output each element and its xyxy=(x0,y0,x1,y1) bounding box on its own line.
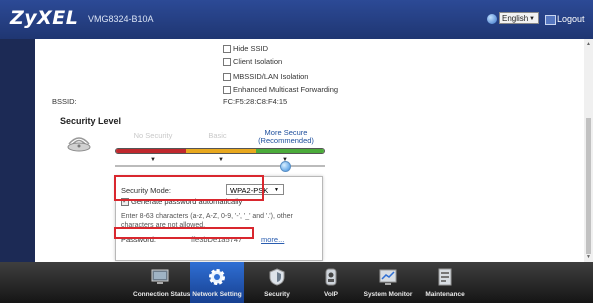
scrollbar-thumb[interactable] xyxy=(586,118,591,254)
security-level-title: Security Level xyxy=(60,116,122,126)
option-multicast-forwarding[interactable]: Enhanced Multicast Forwarding xyxy=(223,85,353,95)
nav-label: VoIP xyxy=(324,291,338,298)
checkbox[interactable] xyxy=(223,86,231,94)
logout-icon[interactable] xyxy=(545,15,556,25)
dropdown-arrow-icon: ▼ xyxy=(529,16,535,22)
checkbox[interactable] xyxy=(223,73,231,81)
nav-label: System Monitor xyxy=(363,291,413,298)
level-no-security[interactable]: No Security xyxy=(118,132,188,140)
nav-label: Network Setting xyxy=(192,291,242,298)
level-basic[interactable]: Basic xyxy=(190,132,245,140)
slider-track xyxy=(115,165,325,167)
brand-logo: ZyXEL xyxy=(10,7,79,29)
segment-secure xyxy=(256,149,324,153)
highlight-password xyxy=(114,227,254,239)
globe-icon xyxy=(487,14,497,24)
nav-label: Security xyxy=(264,291,290,298)
option-mbssid-isolation[interactable]: MBSSID/LAN Isolation xyxy=(223,72,353,82)
checkbox[interactable] xyxy=(223,45,231,53)
gear-icon xyxy=(209,269,225,285)
marker-basic-icon: ▼ xyxy=(218,157,224,163)
highlight-security-mode xyxy=(114,175,264,201)
nav-maintenance[interactable]: Maintenance xyxy=(420,262,470,303)
monitor-status-icon xyxy=(151,269,169,284)
segment-no-security xyxy=(116,149,186,153)
scroll-down-icon[interactable]: ▼ xyxy=(586,254,591,260)
bottom-nav: Connection Status Network Setting Securi… xyxy=(0,262,593,303)
more-link[interactable]: more... xyxy=(261,235,284,244)
language-value: English xyxy=(502,14,529,23)
shield-icon xyxy=(269,268,285,286)
model-name: VMG8324-B10A xyxy=(88,14,154,24)
nav-network-setting[interactable]: Network Setting xyxy=(190,262,244,303)
option-label: Enhanced Multicast Forwarding xyxy=(233,85,339,94)
level-more-secure[interactable]: More Secure (Recommended) xyxy=(252,129,320,145)
option-hide-ssid[interactable]: Hide SSID xyxy=(223,44,353,54)
option-label: Client Isolation xyxy=(233,57,283,66)
slider-handle[interactable] xyxy=(280,161,291,172)
language-select[interactable]: English ▼ xyxy=(499,12,539,24)
nav-label: Connection Status xyxy=(133,291,191,298)
marker-no-security-icon: ▼ xyxy=(150,157,156,163)
dropdown-arrow-icon: ▼ xyxy=(274,187,279,193)
option-client-isolation[interactable]: Client Isolation xyxy=(223,57,353,67)
toolbox-icon xyxy=(438,268,452,286)
nav-voip[interactable]: VoIP xyxy=(310,262,352,303)
top-header: ZyXEL VMG8324-B10A English ▼ Logout xyxy=(0,0,593,39)
option-label: Hide SSID xyxy=(233,44,269,53)
nav-system-monitor[interactable]: System Monitor xyxy=(360,262,416,303)
segment-basic xyxy=(186,149,256,153)
checkbox[interactable] xyxy=(223,58,231,66)
security-level-bar xyxy=(115,148,325,154)
phone-icon xyxy=(325,268,337,286)
router-icon xyxy=(67,137,91,152)
option-label: MBSSID/LAN Isolation xyxy=(233,72,309,81)
content-pane: Hide SSID Client Isolation MBSSID/LAN Is… xyxy=(35,39,584,262)
scroll-up-icon[interactable]: ▲ xyxy=(586,41,591,47)
bssid-label: BSSID: xyxy=(52,97,77,106)
bssid-value: FC:F5:28:C8:F4:15 xyxy=(223,97,288,106)
nav-security[interactable]: Security xyxy=(252,262,302,303)
nav-label: Maintenance xyxy=(425,291,465,298)
logout-link[interactable]: Logout xyxy=(557,14,585,24)
nav-connection-status[interactable]: Connection Status xyxy=(133,262,191,303)
chart-monitor-icon xyxy=(379,269,397,285)
